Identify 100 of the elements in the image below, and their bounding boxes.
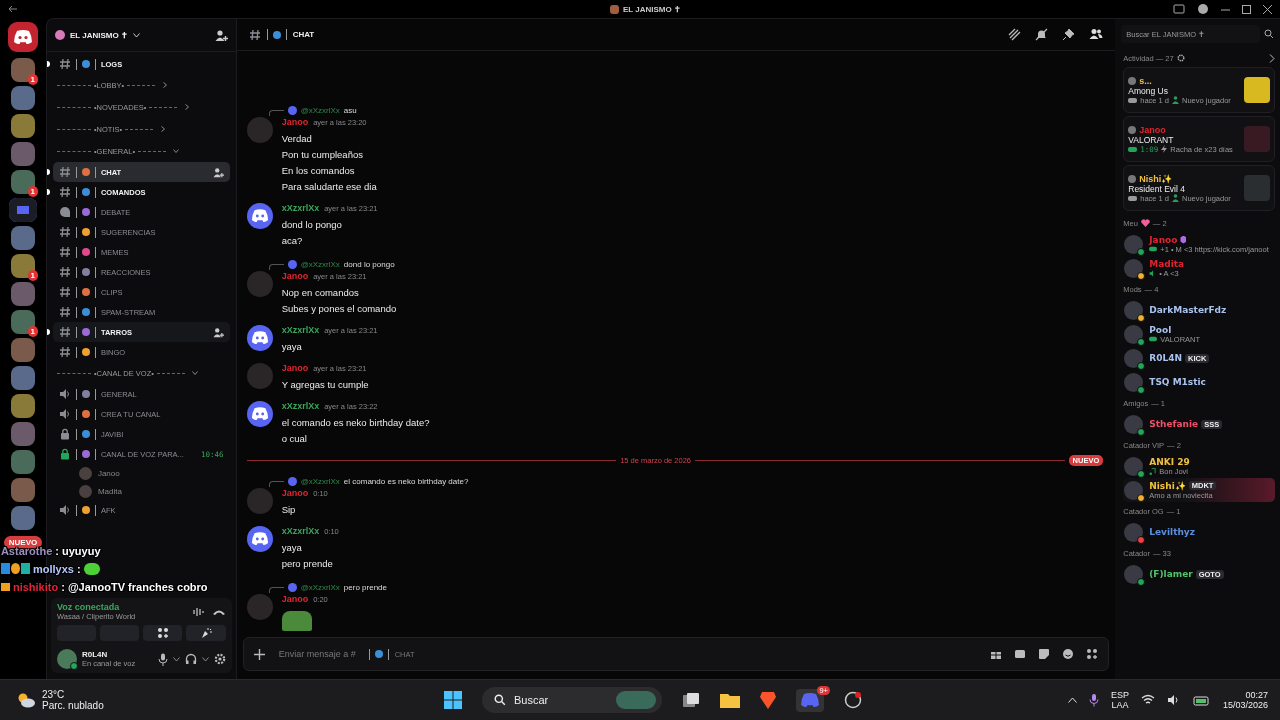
member-name: Madita xyxy=(1149,258,1185,269)
sticker-icon[interactable] xyxy=(1038,648,1051,660)
inbox-icon[interactable] xyxy=(1173,3,1185,15)
hash-icon xyxy=(58,346,71,358)
chevron-up-icon[interactable] xyxy=(1067,697,1077,703)
author-name[interactable]: Janoo xyxy=(281,271,309,281)
server-name[interactable]: EL JANISMO ✝ xyxy=(69,30,128,40)
back-arrow-icon[interactable] xyxy=(8,5,18,13)
hash-icon xyxy=(58,58,71,70)
emoji-icon xyxy=(75,266,96,278)
folder-icon[interactable] xyxy=(720,692,740,708)
author-name[interactable]: Janoo xyxy=(281,594,309,604)
chevron-right-icon[interactable] xyxy=(162,82,169,88)
emoji-icon xyxy=(75,286,96,298)
members-icon[interactable] xyxy=(1089,28,1104,40)
voice-user-name[interactable]: Janoo xyxy=(97,468,120,478)
maximize-icon[interactable] xyxy=(1242,4,1251,14)
battery-icon[interactable] xyxy=(1192,694,1211,706)
clock-time[interactable]: 00:27 xyxy=(1245,690,1268,700)
author-name[interactable]: Janoo xyxy=(281,363,309,373)
wifi-icon[interactable] xyxy=(1140,694,1155,706)
soundboard-button[interactable] xyxy=(186,625,226,641)
chevron-down-icon[interactable] xyxy=(132,32,140,38)
microphone-icon[interactable] xyxy=(1088,693,1099,707)
discord-avatar-icon[interactable] xyxy=(246,325,273,351)
user-name: R0L4N xyxy=(81,650,109,659)
folder-icon[interactable] xyxy=(8,198,37,222)
settings-icon[interactable] xyxy=(1176,54,1185,62)
task-view-icon[interactable] xyxy=(682,692,700,708)
server-icon[interactable] xyxy=(10,310,35,334)
windows-start-icon[interactable] xyxy=(444,691,462,709)
author-name[interactable]: Janoo xyxy=(281,117,309,127)
chevron-down-icon[interactable] xyxy=(173,148,180,154)
pin-icon[interactable] xyxy=(1062,28,1076,41)
user-avatar[interactable] xyxy=(56,649,77,669)
member-item[interactable]: DarkMasterFdz xyxy=(1123,298,1275,322)
help-icon[interactable] xyxy=(1197,3,1209,15)
headphones-icon[interactable] xyxy=(184,653,197,665)
discord-logo-icon[interactable] xyxy=(7,22,38,52)
reply-preview[interactable]: pero prende xyxy=(343,582,387,592)
caret-icon[interactable] xyxy=(201,656,209,662)
temperature[interactable]: 23°C xyxy=(42,689,104,700)
plus-icon[interactable] xyxy=(253,648,265,660)
author-name[interactable]: xXzxrlXx xyxy=(281,526,320,536)
app-icon[interactable] xyxy=(844,691,862,709)
reply-mention[interactable]: @xXzxrlXx xyxy=(300,105,340,115)
reply-mention[interactable]: @xXzxrlXx xyxy=(300,259,340,269)
discord-avatar-icon[interactable] xyxy=(246,203,273,229)
taskbar-search[interactable]: Buscar xyxy=(482,687,662,713)
reply-mention[interactable]: @xXzxrlXx xyxy=(300,476,340,486)
message-input[interactable]: Enviar mensaje a # xyxy=(278,649,363,659)
weather-text[interactable]: Parc. nublado xyxy=(42,700,104,711)
author-name[interactable]: xXzxrlXx xyxy=(281,401,320,411)
chevron-right-icon[interactable] xyxy=(160,126,167,132)
member-name: R0L4N xyxy=(1149,353,1182,363)
chevron-right-icon[interactable] xyxy=(1269,53,1275,63)
server-icon[interactable] xyxy=(10,58,35,82)
voice-status[interactable]: Voz conectada xyxy=(56,602,184,612)
server-icon xyxy=(610,4,619,14)
author-name[interactable]: xXzxrlXx xyxy=(281,325,320,335)
keyboard-layout[interactable]: LAA xyxy=(1111,700,1129,710)
author-name[interactable]: Janoo xyxy=(281,488,309,498)
settings-icon[interactable] xyxy=(213,653,226,665)
overlay-chat-name: nishikito xyxy=(12,580,59,593)
add-member-icon[interactable] xyxy=(212,326,224,338)
add-member-icon[interactable] xyxy=(214,28,228,42)
discord-avatar-icon[interactable] xyxy=(246,526,273,552)
gif-icon[interactable] xyxy=(1014,648,1027,660)
member-name: ANKI 29 xyxy=(1149,456,1190,467)
reply-preview[interactable]: el comando es neko birthday date? xyxy=(343,476,469,486)
server-icon[interactable] xyxy=(10,114,35,138)
reply-preview[interactable]: dond lo pongo xyxy=(343,259,395,269)
server-icon[interactable] xyxy=(10,170,35,194)
member-item[interactable]: Levilthyz xyxy=(1123,520,1275,544)
activities-button[interactable] xyxy=(143,625,183,641)
microphone-icon[interactable] xyxy=(157,652,168,666)
reply-preview[interactable]: asu xyxy=(343,105,357,115)
language-code[interactable]: ESP xyxy=(1110,690,1129,700)
chevron-right-icon[interactable] xyxy=(184,104,191,110)
discord-avatar-icon[interactable] xyxy=(246,401,273,427)
muted-bell-icon[interactable] xyxy=(1035,28,1049,41)
server-icon[interactable] xyxy=(10,394,35,418)
member-item[interactable]: TSQ M1stic xyxy=(1123,370,1275,394)
emoji-picker-icon[interactable] xyxy=(1062,648,1075,660)
add-member-icon[interactable] xyxy=(212,166,224,178)
sound-bars-icon[interactable] xyxy=(191,605,204,618)
server-icon[interactable] xyxy=(10,254,35,278)
author-name[interactable]: xXzxrlXx xyxy=(281,203,320,213)
discord-avatar-icon xyxy=(287,582,297,592)
clock-date[interactable]: 15/03/2026 xyxy=(1222,700,1268,710)
chevron-down-icon[interactable] xyxy=(191,370,198,376)
volume-icon[interactable] xyxy=(1166,694,1181,706)
voice-user-name[interactable]: Madita xyxy=(97,486,122,496)
reply-mention[interactable]: @xXzxrlXx xyxy=(300,582,340,592)
close-icon[interactable] xyxy=(1263,4,1272,14)
home-icon xyxy=(54,30,65,40)
emoji-icon xyxy=(75,428,96,440)
threads-icon[interactable] xyxy=(1008,28,1022,41)
apps-icon[interactable] xyxy=(1086,648,1099,660)
caret-icon[interactable] xyxy=(172,656,180,662)
